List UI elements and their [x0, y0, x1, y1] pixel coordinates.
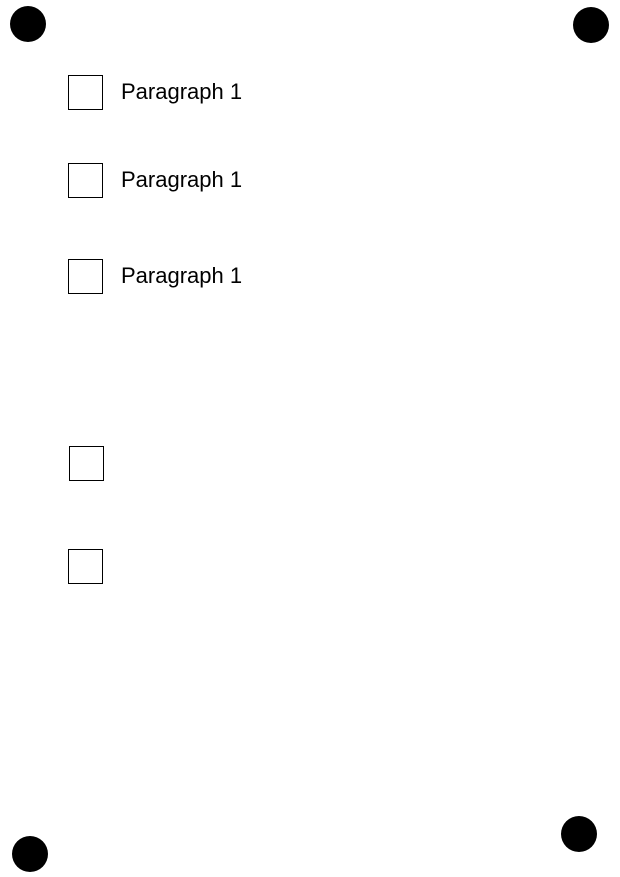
checkbox-label-3: Paragraph 1	[121, 263, 243, 288]
checkbox-3[interactable]	[68, 258, 103, 294]
checkbox-2[interactable]	[68, 162, 103, 198]
checkbox-row-3: Paragraph 1	[68, 258, 242, 294]
registration-marker-top-right	[573, 7, 609, 43]
checkbox-5[interactable]	[68, 548, 103, 584]
checkbox-label-2: Paragraph 1	[121, 167, 243, 192]
checkbox-row-4	[69, 445, 122, 481]
registration-marker-bottom-right	[561, 816, 597, 852]
checkbox-row-1: Paragraph 1	[68, 74, 242, 110]
checkbox-1[interactable]	[68, 74, 103, 110]
checkbox-label-1: Paragraph 1	[121, 79, 243, 104]
checkbox-4[interactable]	[69, 445, 104, 481]
registration-marker-top-left	[10, 6, 46, 42]
checkbox-row-2: Paragraph 1	[68, 162, 242, 198]
registration-marker-bottom-left	[12, 836, 48, 872]
form-page: Paragraph 1 Paragraph 1 Paragraph 1	[0, 0, 620, 877]
checkbox-row-5	[68, 548, 121, 584]
